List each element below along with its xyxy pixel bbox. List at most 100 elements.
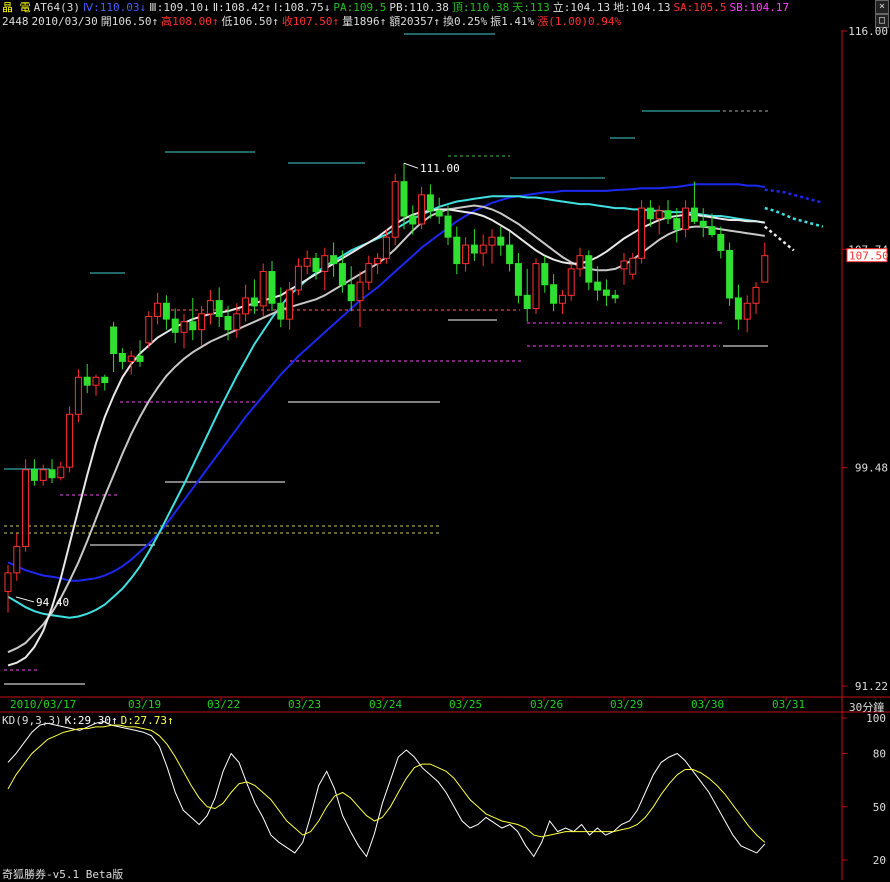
candle-body (699, 220, 707, 228)
candle-body (682, 207, 690, 230)
candle-body (734, 297, 742, 320)
moving-average-line (7, 208, 765, 667)
candle-body (92, 376, 100, 386)
candle-body (558, 294, 566, 304)
kd-field-1: K:29.30↑ (64, 714, 118, 727)
x-tick-label: 03/31 (772, 698, 805, 711)
x-tick-label: 03/26 (530, 698, 563, 711)
candle-body (752, 286, 760, 304)
candle-body (391, 181, 399, 238)
candle-body (594, 281, 602, 291)
candle-body (567, 268, 575, 296)
candle-body (294, 265, 302, 291)
candle-body (127, 355, 135, 362)
kd-indicator-header: KD(9,3,3) K:29.30↑ D:27.73↑ (2, 714, 177, 727)
candle-body (602, 289, 610, 296)
candle-body (506, 244, 514, 265)
candle-body (268, 271, 276, 304)
x-tick-label: 03/29 (610, 698, 643, 711)
candle-body (30, 469, 38, 481)
candle-body (629, 257, 637, 275)
candle-body (550, 284, 558, 304)
candle-body (101, 376, 109, 384)
candle-body (646, 207, 654, 220)
x-tick-label: 03/24 (369, 698, 402, 711)
candle-body (374, 257, 382, 265)
candle-body (664, 210, 672, 220)
candle-body (189, 321, 197, 331)
last-price-tag: 107.50 (849, 250, 889, 263)
candle-body (444, 215, 452, 238)
low-annotation: 94.40 (36, 596, 69, 609)
candle-body (83, 376, 91, 386)
candle-body (303, 257, 311, 267)
kd-y-tick-label: 50 (873, 801, 886, 814)
candle-body (655, 210, 663, 220)
candle-body (761, 255, 769, 283)
candle-body (242, 297, 250, 315)
y-tick-label: 99.48 (855, 462, 888, 475)
candle-body (435, 210, 443, 217)
candle-body (136, 355, 144, 362)
candle-body (338, 263, 346, 286)
candle-body (74, 376, 82, 415)
candle-body (532, 263, 540, 310)
candle-body (479, 244, 487, 254)
candle-body (400, 181, 408, 217)
candle-body (250, 297, 258, 307)
time-unit-label[interactable]: 30分鐘 (849, 699, 884, 715)
candle-body (57, 466, 65, 479)
moving-average-line (764, 188, 824, 205)
candle-body (321, 255, 329, 273)
candle-body (180, 321, 188, 333)
x-tick-label: 03/23 (288, 698, 321, 711)
candle-body (66, 413, 74, 468)
y-tick-label: 116.00 (848, 25, 888, 38)
candle-body (488, 236, 496, 246)
chart-canvas: 111.0094.40 116.00107.7499.4891.222010/0… (0, 25, 890, 880)
candle-body (743, 302, 751, 320)
candle-body (4, 572, 12, 592)
candle-body (347, 284, 355, 302)
candle-body (470, 244, 478, 254)
kd-y-tick-label: 80 (873, 748, 886, 761)
candle-body (541, 263, 549, 286)
candle-body (418, 194, 426, 225)
candle-body (13, 545, 21, 574)
candle-body (717, 234, 725, 251)
candle-body (198, 313, 206, 331)
kd-field-0: KD(9,3,3) (2, 714, 62, 727)
candle-body (462, 244, 470, 265)
moving-average-line (764, 206, 824, 228)
candle-body (585, 255, 593, 283)
low-marker-line (15, 596, 35, 603)
candle-body (690, 207, 698, 222)
x-tick-label: 03/19 (128, 698, 161, 711)
x-tick-label: 03/30 (691, 698, 724, 711)
x-tick-label: 03/22 (207, 698, 240, 711)
kd-field-2: D:27.73↑ (120, 714, 174, 727)
high-marker-line (403, 162, 419, 169)
candle-body (409, 215, 417, 225)
candle-body (259, 271, 267, 307)
candle-body (576, 255, 584, 270)
candle-body (514, 263, 522, 296)
moving-average-line (764, 225, 795, 252)
candle-body (22, 469, 30, 547)
candle-body (48, 469, 56, 479)
candle-body (145, 315, 153, 344)
candle-body (453, 236, 461, 265)
candle-body (312, 257, 320, 273)
app-footer: 奇狐勝券-v5.1 Beta版 (2, 868, 124, 881)
high-annotation: 111.00 (420, 162, 460, 175)
candle-body (620, 260, 628, 270)
candle-body (523, 294, 531, 310)
candle-body (215, 300, 223, 317)
candle-body (382, 236, 390, 259)
kd-d-line (7, 724, 766, 843)
candle-body (39, 469, 47, 481)
x-tick-label: 03/25 (449, 698, 482, 711)
candle-body (162, 302, 170, 320)
candle-body (356, 281, 364, 302)
candle-body (365, 263, 373, 283)
